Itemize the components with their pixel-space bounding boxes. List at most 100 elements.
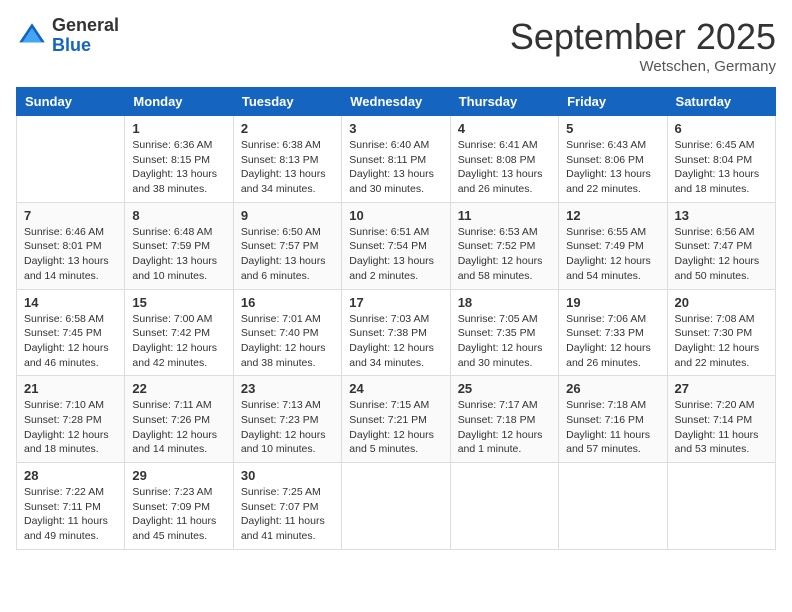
day-number: 18 [458, 295, 551, 310]
day-number: 17 [349, 295, 442, 310]
day-number: 4 [458, 121, 551, 136]
day-cell: 26Sunrise: 7:18 AM Sunset: 7:16 PM Dayli… [559, 376, 667, 463]
day-info: Sunrise: 6:45 AM Sunset: 8:04 PM Dayligh… [675, 138, 768, 197]
day-cell: 19 Sunrise: 7:06 AM Sunset: 7:33 PM Dayli… [559, 289, 667, 376]
day-cell: 30Sunrise: 7:25 AM Sunset: 7:07 PM Dayli… [233, 463, 341, 550]
day-cell: 2Sunrise: 6:38 AM Sunset: 8:13 PM Daylig… [233, 116, 341, 203]
day-cell: 23 Sunrise: 7:13 AM Sunset: 7:23 PM Dayli… [233, 376, 341, 463]
day-info: Sunrise: 7:25 AM Sunset: 7:07 PM Dayligh… [241, 485, 334, 544]
day-info: Sunrise: 6:40 AM Sunset: 8:11 PM Dayligh… [349, 138, 442, 197]
header-cell-thursday: Thursday [450, 88, 558, 116]
day-number: 29 [132, 468, 225, 483]
day-cell: 6 Sunrise: 6:45 AM Sunset: 8:04 PM Daylig… [667, 116, 775, 203]
logo: General Blue [16, 16, 119, 56]
day-info: Sunrise: 6:46 AM Sunset: 8:01 PM Dayligh… [24, 225, 117, 284]
logo-general: General [52, 16, 119, 36]
day-info: Sunrise: 6:50 AM Sunset: 7:57 PM Dayligh… [241, 225, 334, 284]
day-cell: 25 Sunrise: 7:17 AM Sunset: 7:18 PM Dayli… [450, 376, 558, 463]
day-number: 11 [458, 208, 551, 223]
title-block: September 2025 Wetschen, Germany [510, 16, 776, 75]
day-cell: 27 Sunrise: 7:20 AM Sunset: 7:14 PM Dayli… [667, 376, 775, 463]
day-number: 8 [132, 208, 225, 223]
week-row-3: 14Sunrise: 6:58 AM Sunset: 7:45 PM Dayli… [17, 289, 776, 376]
day-info: Sunrise: 6:43 AM Sunset: 8:06 PM Dayligh… [566, 138, 659, 197]
day-number: 15 [132, 295, 225, 310]
day-cell [17, 116, 125, 203]
day-number: 5 [566, 121, 659, 136]
week-row-5: 28 Sunrise: 7:22 AM Sunset: 7:11 PM Dayli… [17, 463, 776, 550]
day-info: Sunrise: 7:03 AM Sunset: 7:38 PM Dayligh… [349, 312, 442, 371]
day-cell [559, 463, 667, 550]
week-row-1: 1 Sunrise: 6:36 AM Sunset: 8:15 PM Daylig… [17, 116, 776, 203]
day-info: Sunrise: 6:56 AM Sunset: 7:47 PM Dayligh… [675, 225, 768, 284]
day-cell: 3 Sunrise: 6:40 AM Sunset: 8:11 PM Daylig… [342, 116, 450, 203]
day-cell: 9 Sunrise: 6:50 AM Sunset: 7:57 PM Daylig… [233, 202, 341, 289]
day-number: 24 [349, 381, 442, 396]
day-cell: 7 Sunrise: 6:46 AM Sunset: 8:01 PM Daylig… [17, 202, 125, 289]
day-info: Sunrise: 7:13 AM Sunset: 7:23 PM Dayligh… [241, 398, 334, 457]
day-number: 28 [24, 468, 117, 483]
day-number: 20 [675, 295, 768, 310]
header-cell-sunday: Sunday [17, 88, 125, 116]
week-row-2: 7 Sunrise: 6:46 AM Sunset: 8:01 PM Daylig… [17, 202, 776, 289]
day-info: Sunrise: 6:55 AM Sunset: 7:49 PM Dayligh… [566, 225, 659, 284]
day-number: 6 [675, 121, 768, 136]
day-number: 19 [566, 295, 659, 310]
logo-text: General Blue [52, 16, 119, 56]
day-cell [450, 463, 558, 550]
header-row: SundayMondayTuesdayWednesdayThursdayFrid… [17, 88, 776, 116]
day-number: 1 [132, 121, 225, 136]
day-number: 27 [675, 381, 768, 396]
day-info: Sunrise: 7:08 AM Sunset: 7:30 PM Dayligh… [675, 312, 768, 371]
day-number: 25 [458, 381, 551, 396]
day-info: Sunrise: 7:22 AM Sunset: 7:11 PM Dayligh… [24, 485, 117, 544]
day-info: Sunrise: 7:20 AM Sunset: 7:14 PM Dayligh… [675, 398, 768, 457]
day-number: 22 [132, 381, 225, 396]
day-number: 2 [241, 121, 334, 136]
day-cell: 16 Sunrise: 7:01 AM Sunset: 7:40 PM Dayli… [233, 289, 341, 376]
day-cell: 28 Sunrise: 7:22 AM Sunset: 7:11 PM Dayli… [17, 463, 125, 550]
day-cell [342, 463, 450, 550]
day-cell: 12 Sunrise: 6:55 AM Sunset: 7:49 PM Dayli… [559, 202, 667, 289]
day-cell: 13Sunrise: 6:56 AM Sunset: 7:47 PM Dayli… [667, 202, 775, 289]
header-cell-saturday: Saturday [667, 88, 775, 116]
location: Wetschen, Germany [510, 58, 776, 75]
day-number: 12 [566, 208, 659, 223]
day-info: Sunrise: 6:48 AM Sunset: 7:59 PM Dayligh… [132, 225, 225, 284]
day-info: Sunrise: 7:15 AM Sunset: 7:21 PM Dayligh… [349, 398, 442, 457]
calendar: SundayMondayTuesdayWednesdayThursdayFrid… [16, 87, 776, 550]
header-cell-monday: Monday [125, 88, 233, 116]
day-number: 7 [24, 208, 117, 223]
day-info: Sunrise: 7:05 AM Sunset: 7:35 PM Dayligh… [458, 312, 551, 371]
day-number: 16 [241, 295, 334, 310]
day-cell: 18 Sunrise: 7:05 AM Sunset: 7:35 PM Dayli… [450, 289, 558, 376]
logo-icon [16, 20, 48, 52]
day-number: 9 [241, 208, 334, 223]
month-title: September 2025 [510, 16, 776, 58]
day-cell: 21Sunrise: 7:10 AM Sunset: 7:28 PM Dayli… [17, 376, 125, 463]
day-info: Sunrise: 6:53 AM Sunset: 7:52 PM Dayligh… [458, 225, 551, 284]
day-info: Sunrise: 7:06 AM Sunset: 7:33 PM Dayligh… [566, 312, 659, 371]
calendar-body: 1 Sunrise: 6:36 AM Sunset: 8:15 PM Daylig… [17, 116, 776, 550]
day-cell [667, 463, 775, 550]
page-header: General Blue September 2025 Wetschen, Ge… [16, 16, 776, 75]
day-cell: 17 Sunrise: 7:03 AM Sunset: 7:38 PM Dayli… [342, 289, 450, 376]
week-row-4: 21Sunrise: 7:10 AM Sunset: 7:28 PM Dayli… [17, 376, 776, 463]
day-cell: 4Sunrise: 6:41 AM Sunset: 8:08 PM Daylig… [450, 116, 558, 203]
day-info: Sunrise: 7:23 AM Sunset: 7:09 PM Dayligh… [132, 485, 225, 544]
day-number: 21 [24, 381, 117, 396]
day-info: Sunrise: 6:36 AM Sunset: 8:15 PM Dayligh… [132, 138, 225, 197]
day-cell: 20 Sunrise: 7:08 AM Sunset: 7:30 PM Dayli… [667, 289, 775, 376]
day-info: Sunrise: 7:01 AM Sunset: 7:40 PM Dayligh… [241, 312, 334, 371]
day-number: 23 [241, 381, 334, 396]
day-info: Sunrise: 6:58 AM Sunset: 7:45 PM Dayligh… [24, 312, 117, 371]
day-cell: 15 Sunrise: 7:00 AM Sunset: 7:42 PM Dayli… [125, 289, 233, 376]
day-cell: 24 Sunrise: 7:15 AM Sunset: 7:21 PM Dayli… [342, 376, 450, 463]
day-info: Sunrise: 7:00 AM Sunset: 7:42 PM Dayligh… [132, 312, 225, 371]
day-info: Sunrise: 7:17 AM Sunset: 7:18 PM Dayligh… [458, 398, 551, 457]
day-number: 10 [349, 208, 442, 223]
day-info: Sunrise: 6:51 AM Sunset: 7:54 PM Dayligh… [349, 225, 442, 284]
calendar-header: SundayMondayTuesdayWednesdayThursdayFrid… [17, 88, 776, 116]
header-cell-friday: Friday [559, 88, 667, 116]
day-number: 3 [349, 121, 442, 136]
